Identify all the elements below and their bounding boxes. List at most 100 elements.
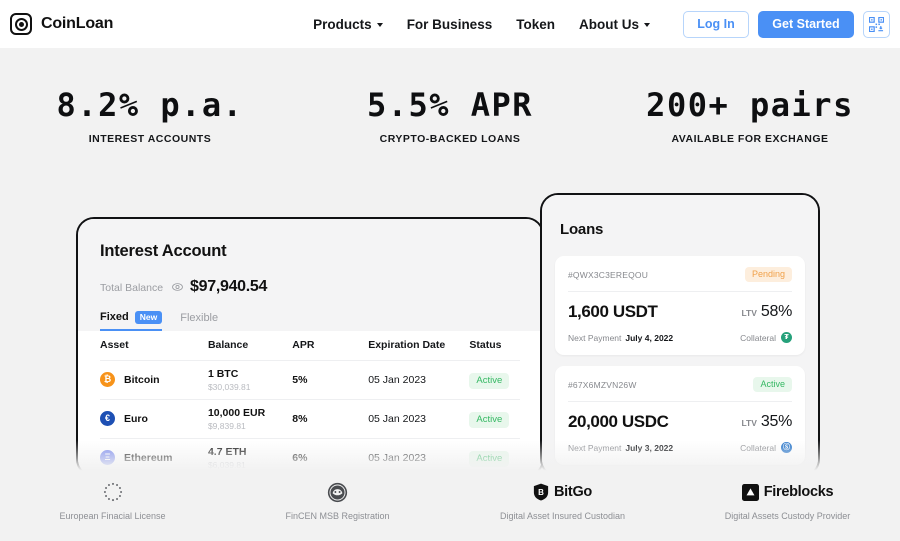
euro-icon: € — [100, 411, 115, 426]
tab-flexible[interactable]: Flexible — [180, 312, 218, 329]
balance-amount: 1 BTC — [207, 367, 239, 380]
loans-card: Loans #QWX3C3EREQOU Pending 1,600 USDT L… — [540, 193, 820, 477]
nav-item-token[interactable]: Token — [516, 17, 555, 32]
asset-name: Euro — [124, 412, 148, 425]
loans-title: Loans — [560, 221, 604, 238]
table-row[interactable]: ₿ Bitcoin 1 BTC $30,039.81 5% 05 Jan 202… — [100, 361, 520, 400]
asset-name: Bitcoin — [124, 373, 160, 386]
column-header-status: Status — [469, 339, 502, 351]
badge-fireblocks[interactable]: Fireblocks Digital Assets Custody Provid… — [675, 482, 900, 521]
nav-label: Token — [516, 16, 555, 32]
stat-value: 5.5% APR — [366, 86, 534, 124]
status-badge: Active — [753, 377, 792, 392]
collateral-label: Collateral — [740, 332, 776, 343]
badge-label: FinCEN MSB Registration — [285, 511, 390, 521]
nav-item-products[interactable]: Products — [313, 17, 383, 32]
site-header: CoinLoan Products For Business Token Abo… — [0, 0, 900, 48]
fireblocks-wordmark: Fireblocks — [763, 484, 834, 500]
badge-bitgo[interactable]: B BitGo Digital Asset Insured Custodian — [450, 482, 675, 521]
status-badge: Pending — [744, 267, 792, 282]
table-row[interactable]: € Euro 10,000 EUR $9,839.81 8% 05 Jan 20… — [100, 400, 520, 439]
next-payment-label: Next Payment — [568, 332, 622, 343]
tether-icon: ₮ — [781, 332, 792, 343]
table-header-row: Asset Balance APR Expiration Date Status — [100, 331, 520, 361]
brand-name: CoinLoan — [41, 15, 114, 32]
apr-value: 5% — [292, 373, 308, 386]
get-started-button[interactable]: Get Started — [758, 10, 854, 38]
fade-overlay — [0, 440, 900, 476]
ltv-label: LTV — [741, 418, 757, 428]
main-nav: Products For Business Token About Us — [313, 17, 650, 32]
fireblocks-logo: Fireblocks — [741, 482, 834, 502]
svg-text:B: B — [538, 488, 544, 497]
account-tabs: Fixed New Flexible — [100, 311, 520, 331]
total-balance-label: Total Balance — [100, 282, 164, 294]
fireblocks-icon — [741, 483, 759, 501]
ltv-value: 35% — [760, 413, 792, 430]
trust-badges: European Finacial License FinCEN MSB Reg… — [0, 476, 900, 541]
column-header-asset: Asset — [100, 339, 129, 351]
balance-amount: 10,000 EUR — [207, 406, 266, 419]
ltv-label: LTV — [741, 308, 757, 318]
loan-id: #67X6MZVN26W — [568, 379, 637, 390]
eye-icon[interactable] — [172, 278, 183, 296]
chevron-down-icon — [376, 23, 383, 27]
list-item[interactable]: #QWX3C3EREQOU Pending 1,600 USDT LTV 58% — [555, 256, 805, 355]
divider — [568, 401, 792, 402]
qr-code-button[interactable] — [863, 10, 890, 38]
page-root: CoinLoan Products For Business Token Abo… — [0, 0, 900, 541]
collateral: Collateral ₮ — [740, 332, 792, 343]
brand-logo[interactable]: CoinLoan — [10, 13, 113, 35]
new-badge: New — [134, 311, 163, 324]
balance-fiat: $30,039.81 — [207, 381, 251, 392]
stat-crypto-backed-loans: 5.5% APR CRYPTO-BACKED LOANS — [300, 86, 600, 145]
nav-item-for-business[interactable]: For Business — [407, 17, 493, 32]
expiration-date: 05 Jan 2023 — [368, 373, 427, 386]
stat-label: INTEREST ACCOUNTS — [88, 133, 212, 145]
stat-value: 8.2% p.a. — [56, 86, 244, 124]
qr-code-download-icon — [869, 16, 884, 32]
tab-label: Fixed — [100, 311, 129, 324]
next-payment: Next Payment July 4, 2022 — [568, 333, 673, 343]
tab-label: Flexible — [180, 312, 219, 325]
column-header-balance: Balance — [207, 339, 249, 351]
loan-amount: 20,000 USDC — [568, 412, 669, 431]
product-showcase: Interest Account Total Balance $97,940.5… — [0, 193, 900, 477]
coinloan-logo-icon — [10, 13, 32, 35]
header-actions: Log In Get Started — [683, 10, 890, 38]
divider — [568, 291, 792, 292]
badge-european-financial-license[interactable]: European Finacial License — [0, 482, 225, 521]
total-balance-value: $97,940.54 — [190, 278, 268, 295]
bitgo-shield-icon: B — [533, 483, 549, 501]
nav-label: For Business — [406, 16, 493, 32]
stat-value: 200+ pairs — [646, 86, 854, 124]
loan-amount: 1,600 USDT — [568, 302, 658, 321]
stat-label: AVAILABLE FOR EXCHANGE — [671, 133, 829, 145]
status-badge: Active — [469, 412, 510, 428]
eu-stars-icon — [102, 482, 124, 502]
tab-fixed[interactable]: Fixed New — [100, 311, 163, 331]
badge-label: European Finacial License — [59, 511, 166, 521]
chevron-down-icon — [643, 23, 650, 27]
loans-header: Loans — [542, 195, 818, 256]
nav-label: Products — [313, 16, 372, 32]
stat-interest-accounts: 8.2% p.a. INTEREST ACCOUNTS — [0, 86, 300, 145]
column-header-expiration: Expiration Date — [368, 339, 446, 351]
loan-id: #QWX3C3EREQOU — [568, 269, 649, 280]
expiration-date: 05 Jan 2023 — [368, 412, 427, 425]
badge-label: Digital Asset Insured Custodian — [499, 511, 626, 521]
bitgo-wordmark: BitGo — [554, 484, 592, 500]
stat-available-for-exchange: 200+ pairs AVAILABLE FOR EXCHANGE — [600, 86, 900, 145]
status-badge: Active — [469, 373, 510, 389]
stats-band: 8.2% p.a. INTEREST ACCOUNTS 5.5% APR CRY… — [0, 48, 900, 193]
badge-fincen-msb-registration[interactable]: FinCEN MSB Registration — [225, 482, 450, 521]
bitcoin-icon: ₿ — [100, 372, 115, 387]
next-payment-date: July 4, 2022 — [625, 332, 674, 343]
badge-label: Digital Assets Custody Provider — [724, 511, 851, 521]
column-header-apr: APR — [292, 339, 315, 351]
log-in-button[interactable]: Log In — [683, 10, 749, 38]
ltv-value: 58% — [760, 303, 792, 320]
nav-item-about-us[interactable]: About Us — [579, 17, 650, 32]
interest-account-header: Interest Account Total Balance $97,940.5… — [78, 219, 542, 331]
page-title: Interest Account — [100, 242, 227, 260]
